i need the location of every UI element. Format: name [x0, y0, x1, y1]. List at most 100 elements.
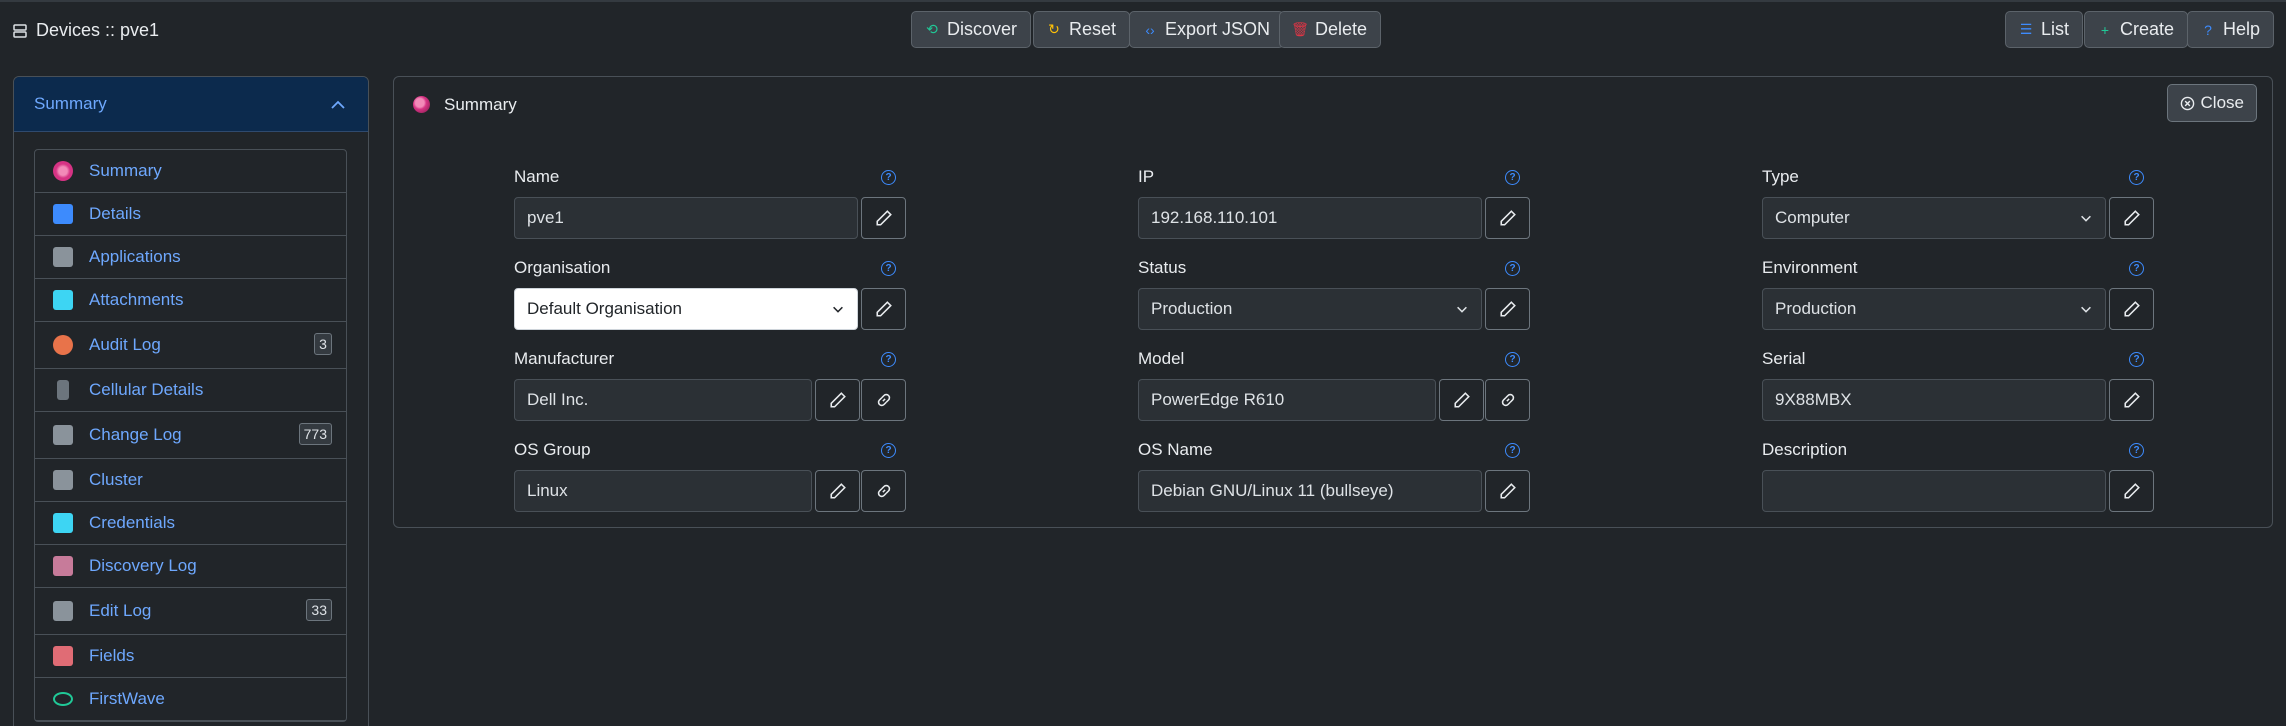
sidebar-item-credentials[interactable]: Credentials	[35, 502, 346, 545]
help-icon[interactable]: ?	[1505, 261, 1520, 276]
count-badge: 33	[306, 599, 332, 621]
edit-model-button[interactable]	[1439, 379, 1484, 421]
panel-title: Summary	[444, 95, 517, 114]
sidebar-item-label: Edit Log	[89, 601, 152, 620]
pencil-icon	[2123, 483, 2140, 499]
organisation-select[interactable]: Default Organisation	[514, 288, 858, 330]
help-icon[interactable]: ?	[1505, 170, 1520, 185]
help-button[interactable]: ? Help	[2187, 11, 2275, 48]
pencil-icon	[2123, 210, 2140, 226]
top-border	[0, 0, 2286, 2]
change-log-icon	[53, 425, 73, 445]
pencil-icon	[1453, 392, 1470, 408]
discover-button[interactable]: ⟲ Discover	[911, 11, 1032, 48]
sidebar-item-audit-log[interactable]: Audit Log 3	[35, 322, 346, 369]
edit-type-button[interactable]	[2109, 197, 2154, 239]
close-button[interactable]: Close	[2166, 84, 2257, 122]
sidebar-item-discovery-log[interactable]: Discovery Log	[35, 545, 346, 588]
sidebar-item-applications[interactable]: Applications	[35, 236, 346, 279]
environment-value: Production	[1775, 299, 1857, 318]
edit-os-group-button[interactable]	[815, 470, 860, 512]
list-button[interactable]: ☰ List	[2005, 11, 2084, 48]
count-badge: 3	[314, 333, 332, 355]
model-field[interactable]: PowerEdge R610	[1138, 379, 1436, 421]
close-icon	[2180, 96, 2194, 110]
help-icon[interactable]: ?	[881, 170, 896, 185]
sidebar-item-fields[interactable]: Fields	[35, 635, 346, 678]
sidebar-item-change-log[interactable]: Change Log 773	[35, 412, 346, 459]
sidebar-item-label: Credentials	[89, 513, 175, 532]
os-name-field[interactable]: Debian GNU/Linux 11 (bullseye)	[1138, 470, 1482, 512]
sidebar-item-edit-log[interactable]: Edit Log 33	[35, 588, 346, 635]
reset-icon: ↻	[1048, 21, 1060, 37]
lock-icon	[53, 513, 73, 533]
help-icon[interactable]: ?	[881, 443, 896, 458]
sidebar-item-summary[interactable]: Summary	[35, 150, 346, 193]
help-icon[interactable]: ?	[2129, 261, 2144, 276]
chevron-up-icon[interactable]	[330, 97, 346, 113]
help-icon[interactable]: ?	[2129, 443, 2144, 458]
pencil-icon	[2123, 301, 2140, 317]
pencil-icon	[1499, 210, 1516, 226]
name-field[interactable]: pve1	[514, 197, 858, 239]
ip-field[interactable]: 192.168.110.101	[1138, 197, 1482, 239]
help-icon[interactable]: ?	[1505, 352, 1520, 367]
sidebar-header[interactable]: Summary	[14, 77, 368, 132]
edit-manufacturer-button[interactable]	[815, 379, 860, 421]
applications-icon	[53, 247, 73, 267]
sidebar-item-attachments[interactable]: Attachments	[35, 279, 346, 322]
status-label: Status	[1138, 258, 1187, 277]
summary-panel: Summary Close Name ? pve1 Organisation ?…	[393, 76, 2273, 528]
edit-serial-button[interactable]	[2109, 379, 2154, 421]
code-icon: ‹›	[1145, 21, 1155, 38]
sidebar-item-details[interactable]: Details	[35, 193, 346, 236]
list-label: List	[2041, 19, 2070, 39]
edit-organisation-button[interactable]	[861, 288, 906, 330]
serial-field[interactable]: 9X88MBX	[1762, 379, 2106, 421]
help-icon[interactable]: ?	[1505, 443, 1520, 458]
sidebar-item-label: FirstWave	[89, 689, 165, 708]
os-group-label: OS Group	[514, 440, 591, 459]
link-manufacturer-button[interactable]	[861, 379, 906, 421]
sidebar-item-cluster[interactable]: Cluster	[35, 459, 346, 502]
edit-os-name-button[interactable]	[1485, 470, 1530, 512]
count-badge: 773	[298, 423, 332, 445]
sidebar-item-firstwave[interactable]: FirstWave	[35, 678, 346, 721]
link-os-group-button[interactable]	[861, 470, 906, 512]
help-icon[interactable]: ?	[881, 261, 896, 276]
sidebar-item-label: Fields	[89, 646, 135, 665]
manufacturer-field[interactable]: Dell Inc.	[514, 379, 812, 421]
edit-environment-button[interactable]	[2109, 288, 2154, 330]
sidebar-item-cellular-details[interactable]: Cellular Details	[35, 369, 346, 412]
export-json-button[interactable]: ‹› Export JSON	[1129, 11, 1285, 48]
edit-name-button[interactable]	[861, 197, 906, 239]
reset-button[interactable]: ↻ Reset	[1033, 11, 1131, 48]
pencil-icon	[1499, 483, 1516, 499]
type-label: Type	[1762, 167, 1799, 186]
os-group-field[interactable]: Linux	[514, 470, 812, 512]
chevron-down-icon	[2081, 306, 2091, 313]
create-button[interactable]: + Create	[2084, 11, 2189, 48]
type-select[interactable]: Computer	[1762, 197, 2106, 239]
summary-icon	[53, 161, 73, 181]
status-select[interactable]: Production	[1138, 288, 1482, 330]
sidebar-item-label: Details	[89, 204, 141, 223]
description-field[interactable]	[1762, 470, 2106, 512]
sidebar-item-label: Change Log	[89, 425, 182, 444]
ip-label: IP	[1138, 167, 1155, 186]
environment-select[interactable]: Production	[1762, 288, 2106, 330]
delete-button[interactable]: 🗑 Delete	[1279, 11, 1382, 48]
discovery-log-icon	[53, 556, 73, 576]
edit-status-button[interactable]	[1485, 288, 1530, 330]
help-icon[interactable]: ?	[2129, 170, 2144, 185]
model-label: Model	[1138, 349, 1185, 368]
help-icon[interactable]: ?	[881, 352, 896, 367]
list-icon: ☰	[2019, 21, 2033, 37]
sidebar-header-label: Summary	[34, 94, 107, 113]
type-value: Computer	[1775, 208, 1850, 227]
summary-icon	[413, 96, 430, 113]
help-icon[interactable]: ?	[2129, 352, 2144, 367]
edit-ip-button[interactable]	[1485, 197, 1530, 239]
edit-description-button[interactable]	[2109, 470, 2154, 512]
link-model-button[interactable]	[1485, 379, 1530, 421]
